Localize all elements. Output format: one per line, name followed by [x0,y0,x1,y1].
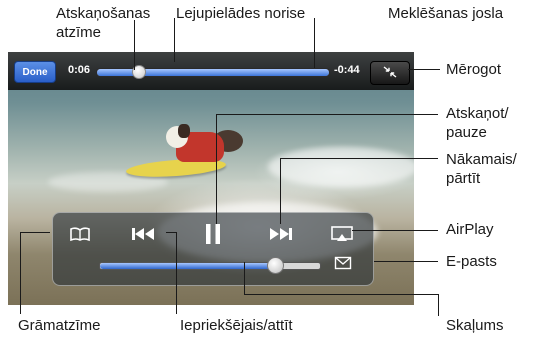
callout-scale: Mērogot [446,61,502,78]
video-screen[interactable]: Done 0:06 -0:44 [8,52,414,305]
callout-playhead: Atskaņošanas atzīme [56,5,151,41]
leader-line [280,158,438,159]
elapsed-time: 0:06 [68,64,91,76]
callout-scrubber-bar: Meklēšanas josla [388,5,504,22]
leader-line [280,158,281,224]
done-button[interactable]: Done [14,61,56,83]
book-icon [69,226,91,247]
remaining-time: -0:44 [334,64,360,76]
leader-line [374,261,438,262]
leader-line [408,69,440,70]
play-pause-button[interactable] [197,221,229,251]
volume-thumb[interactable] [267,257,284,274]
leader-line [314,18,315,68]
callout-play-pause: Atskaņot/ pauze [446,105,509,141]
leader-line [20,232,21,314]
leader-line [166,232,176,233]
playback-controls-panel [52,212,374,286]
airplay-button[interactable] [325,223,359,249]
leader-line [20,232,50,233]
leader-line [176,232,177,314]
next-fast-forward-icon [268,226,294,247]
leader-line [244,294,438,295]
leader-line [438,294,439,316]
wave-foam [268,147,414,187]
scale-button[interactable] [370,61,410,85]
callout-next: Nākamais/ pārtīt [446,151,517,187]
pause-icon [203,222,223,251]
callout-bookmark: Grāmatzīme [18,317,101,334]
envelope-icon [334,256,352,275]
callout-volume: Skaļums [446,317,504,334]
leader-line [352,230,438,231]
next-button[interactable] [263,223,299,249]
dog-ear [178,124,190,138]
previous-button[interactable] [125,223,161,249]
bookmark-button[interactable] [65,223,95,249]
scale-icon [382,65,398,82]
leader-line [244,262,245,294]
callout-email: E-pasts [446,253,497,270]
callout-airplay: AirPlay [446,221,494,238]
previous-rewind-icon [130,226,156,247]
callout-previous: Iepriekšējais/attīt [180,317,293,334]
callout-download-progress: Lejupielādes norise [176,5,306,22]
leader-line [174,18,175,62]
leader-line [216,114,217,224]
volume-slider[interactable] [99,262,321,270]
leader-line [216,114,438,115]
volume-level [100,263,276,269]
email-button[interactable] [331,255,355,275]
airplay-icon [330,225,354,248]
